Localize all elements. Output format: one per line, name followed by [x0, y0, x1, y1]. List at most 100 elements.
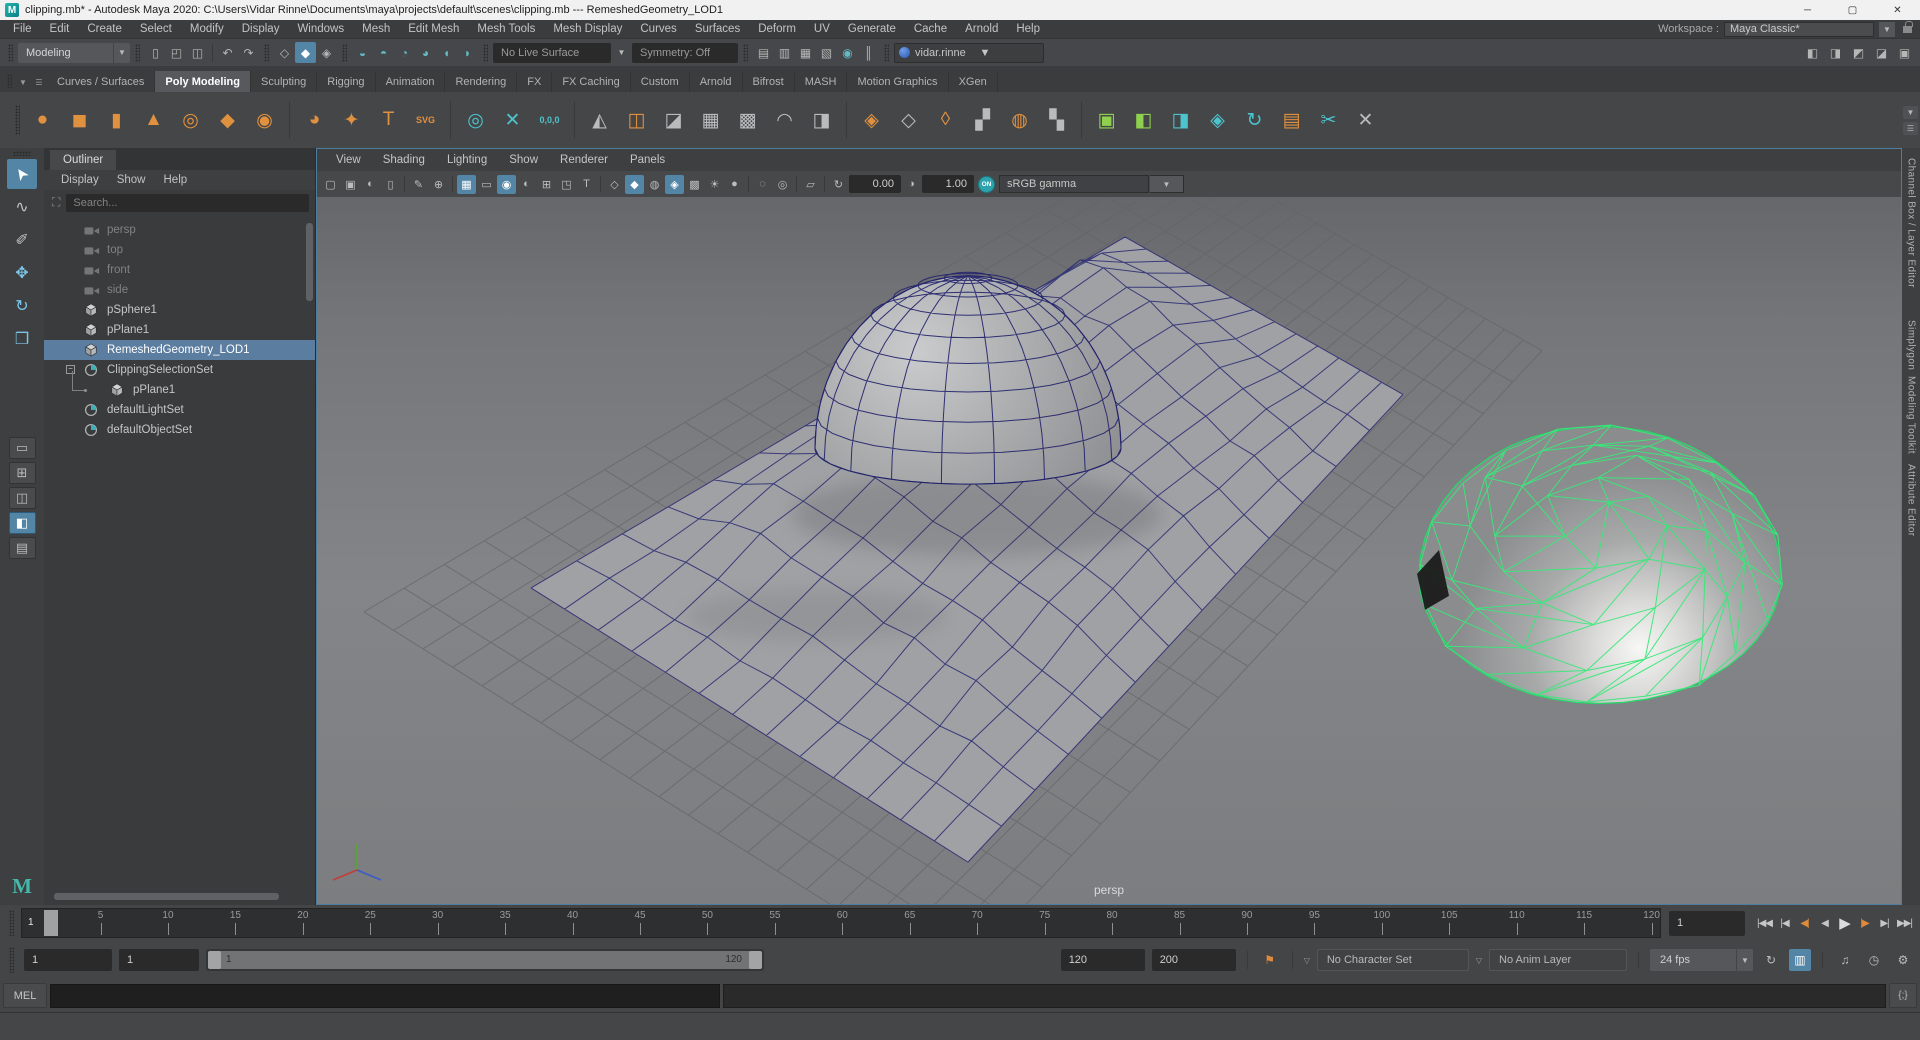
live-surface-field[interactable]: No Live Surface	[493, 43, 611, 63]
quad-patch-icon[interactable]: ◧	[1126, 103, 1161, 138]
viewport-menu-shading[interactable]: Shading	[372, 154, 436, 166]
extrude-icon[interactable]: ◈	[854, 103, 889, 138]
exposure-field[interactable]: 0.00	[849, 175, 901, 193]
select-tool[interactable]: ➤	[7, 159, 37, 189]
delete-history-icon[interactable]: ✕	[1348, 103, 1383, 138]
make-live-icon[interactable]: ◗	[457, 42, 478, 63]
layout-four-pane[interactable]: ⊞	[9, 462, 36, 484]
lock-workspace-icon[interactable]	[1903, 26, 1912, 33]
poly-disc-icon[interactable]: ◉	[247, 103, 282, 138]
command-language-button[interactable]: MEL	[3, 983, 47, 1008]
outliner-vertical-scrollbar[interactable]	[306, 223, 313, 301]
shelf-tab-motion-graphics[interactable]: Motion Graphics	[847, 71, 948, 92]
outliner-item-pPlane1[interactable]: pPlane1	[44, 380, 315, 400]
animation-preferences-icon[interactable]: ⚙	[1892, 949, 1914, 971]
snap-view-plane-icon[interactable]: ◖	[436, 42, 457, 63]
poly-type-icon[interactable]: T	[371, 103, 406, 138]
isolate-select-icon[interactable]: ▱	[801, 175, 820, 194]
command-input[interactable]	[50, 984, 720, 1008]
separate-icon[interactable]: ◪	[656, 103, 691, 138]
poly-plane-icon[interactable]: ◆	[210, 103, 245, 138]
shelf-tab-arnold[interactable]: Arnold	[690, 71, 743, 92]
bridge-icon[interactable]: ◊	[928, 103, 963, 138]
bevel-icon[interactable]: ◇	[891, 103, 926, 138]
zoom-selected-icon[interactable]: ◎	[458, 103, 493, 138]
playback-loop-icon[interactable]: ↻	[1760, 949, 1782, 971]
mirror-icon[interactable]: ◭	[582, 103, 617, 138]
time-settings-icon[interactable]: ◷	[1863, 949, 1885, 971]
timeline-ruler[interactable]: 1 51015202530354045505560657075808590951…	[21, 908, 1661, 938]
bookmark-icon[interactable]: ▯	[381, 175, 400, 194]
render-view-icon[interactable]: ▤	[753, 42, 774, 63]
symmetry-field[interactable]: Symmetry: Off	[632, 43, 738, 63]
lighting-toggle-icon[interactable]: ☀	[705, 175, 724, 194]
smooth-icon[interactable]: ◠	[767, 103, 802, 138]
show-tool-settings-icon[interactable]: ◪	[1871, 42, 1892, 63]
field-chart-icon[interactable]: ⊞	[537, 175, 556, 194]
launch-render-view-icon[interactable]: ◉	[837, 42, 858, 63]
group-grip[interactable]	[8, 44, 13, 62]
menu-arnold[interactable]: Arnold	[956, 23, 1007, 35]
new-scene-icon[interactable]: ▯	[145, 42, 166, 63]
shelf-tab-xgen[interactable]: XGen	[949, 71, 998, 92]
step-forward-key-button[interactable]: ▶|	[1875, 911, 1894, 936]
outliner-item-persp[interactable]: persp	[44, 220, 315, 240]
outliner-item-front[interactable]: front	[44, 260, 315, 280]
shelf-tab-fx[interactable]: FX	[517, 71, 552, 92]
safe-title-icon[interactable]: T	[577, 175, 596, 194]
script-editor-icon[interactable]: {;}	[1889, 983, 1917, 1008]
outliner-item-top[interactable]: top	[44, 240, 315, 260]
paint-select-tool[interactable]: ✐	[7, 225, 37, 255]
viewport-menu-renderer[interactable]: Renderer	[549, 154, 619, 166]
snap-point-icon[interactable]: ◔	[394, 42, 415, 63]
menu-windows[interactable]: Windows	[288, 23, 353, 35]
anim-layer-arrow[interactable]: ▽	[1476, 956, 1482, 965]
outliner-item-pSphere1[interactable]: pSphere1	[44, 300, 315, 320]
set-bookmark-icon[interactable]: ⚑	[1259, 949, 1281, 971]
animation-end-field[interactable]: 200	[1152, 949, 1236, 971]
layout-outliner-persp[interactable]: ◧	[9, 512, 36, 534]
tab-simplygon[interactable]: Simplygon	[1906, 320, 1917, 370]
menu-mesh[interactable]: Mesh	[353, 23, 399, 35]
wireframe-on-shaded-icon[interactable]: ◈	[665, 175, 684, 194]
step-forward-frame-button[interactable]: |▶	[1855, 911, 1874, 936]
save-scene-icon[interactable]: ◫	[187, 42, 208, 63]
layout-hypershade-persp[interactable]: ▤	[9, 537, 36, 559]
contrast-icon[interactable]: ◑	[902, 175, 921, 194]
select-hierarchy-icon[interactable]: ◇	[274, 42, 295, 63]
show-hypershade-icon[interactable]: ◨	[1825, 42, 1846, 63]
chevron-down-icon[interactable]: ▼	[1150, 175, 1184, 193]
outliner-horizontal-scrollbar[interactable]	[54, 893, 279, 900]
menu-display[interactable]: Display	[233, 23, 289, 35]
shelf-tab-mash[interactable]: MASH	[795, 71, 848, 92]
viewport-menu-view[interactable]: View	[325, 154, 372, 166]
menu-create[interactable]: Create	[78, 23, 131, 35]
camera-attributes-icon[interactable]: ◐	[361, 175, 380, 194]
layout-split-left[interactable]: ◫	[9, 487, 36, 509]
select-by-name-icon[interactable]: ⛶	[52, 195, 60, 210]
shelf-tab-animation[interactable]: Animation	[376, 71, 446, 92]
playback-end-field[interactable]: 120	[1061, 949, 1145, 971]
tab-channel-box-layer-editor[interactable]: Channel Box / Layer Editor	[1906, 158, 1917, 288]
wireframe-mode-icon[interactable]: ◇	[605, 175, 624, 194]
layout-single-pane[interactable]: ▭	[9, 437, 36, 459]
transfer-attributes-icon[interactable]: ▤	[1274, 103, 1309, 138]
menu-edit[interactable]: Edit	[41, 23, 79, 35]
go-to-start-button[interactable]: |◀◀	[1755, 911, 1774, 936]
undo-icon[interactable]: ↶	[217, 42, 238, 63]
menu-edit-mesh[interactable]: Edit Mesh	[399, 23, 468, 35]
animation-start-field[interactable]: 1	[24, 949, 112, 971]
group-grip[interactable]	[342, 44, 347, 62]
shelf-tab-custom[interactable]: Custom	[631, 71, 690, 92]
viewport-menu-show[interactable]: Show	[498, 154, 549, 166]
poly-svg-icon[interactable]: SVG	[408, 103, 443, 138]
exposure-icon[interactable]: ↻	[829, 175, 848, 194]
shelf-tab-fx-caching[interactable]: FX Caching	[552, 71, 630, 92]
render-settings-icon[interactable]: ▧	[816, 42, 837, 63]
search-input[interactable]: Search...	[66, 194, 309, 212]
menu-deform[interactable]: Deform	[749, 23, 805, 35]
combine-icon[interactable]: ◫	[619, 103, 654, 138]
poly-cylinder-icon[interactable]: ▮	[99, 103, 134, 138]
restore-button[interactable]: ▢	[1830, 0, 1875, 20]
outliner-menu-help[interactable]: Help	[155, 174, 197, 186]
